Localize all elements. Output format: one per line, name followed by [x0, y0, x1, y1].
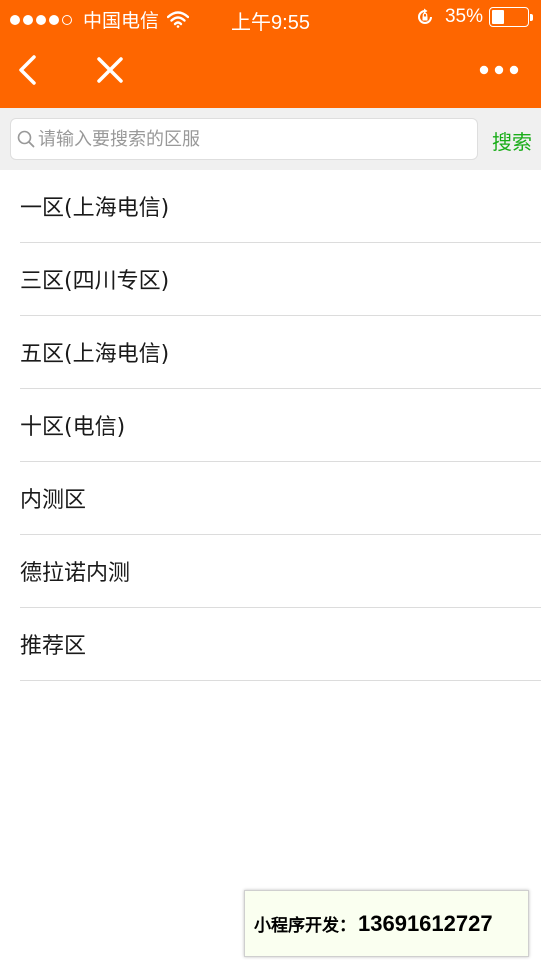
search-box[interactable] — [10, 118, 478, 160]
list-item[interactable]: 内测区 — [20, 462, 541, 535]
list-item[interactable]: 推荐区 — [20, 608, 541, 681]
list-item[interactable]: 一区(上海电信) — [20, 170, 541, 243]
search-input[interactable] — [38, 128, 477, 150]
orientation-lock-icon — [418, 8, 432, 24]
server-list: 一区(上海电信) 三区(四川专区) 五区(上海电信) 十区(电信) 内测区 德拉… — [0, 170, 541, 681]
back-button[interactable] — [6, 48, 50, 92]
status-right: 35% — [415, 6, 533, 28]
list-item[interactable]: 三区(四川专区) — [20, 243, 541, 316]
search-button[interactable]: 搜索 — [492, 126, 532, 155]
battery-percentage: 35% — [444, 6, 483, 27]
battery-fill — [492, 10, 504, 24]
list-item[interactable]: 五区(上海电信) — [20, 316, 541, 389]
navigation-bar — [0, 36, 541, 108]
contact-phone: 13691612727 — [358, 910, 493, 936]
header: 中国电信 上午9:55 35% — [0, 0, 541, 108]
more-button[interactable] — [471, 48, 527, 92]
contact-label: 小程序开发： — [254, 916, 356, 935]
more-dots-icon — [479, 65, 519, 75]
battery-icon — [489, 7, 533, 27]
close-button[interactable] — [88, 48, 132, 92]
search-bar: 搜索 — [0, 108, 541, 170]
close-icon — [97, 57, 123, 83]
search-icon — [17, 130, 35, 148]
status-bar: 中国电信 上午9:55 35% — [0, 0, 541, 36]
chevron-left-icon — [19, 55, 36, 85]
contact-banner: 小程序开发： 13691612727 — [244, 890, 529, 957]
list-item[interactable]: 十区(电信) — [20, 389, 541, 462]
list-item[interactable]: 德拉诺内测 — [20, 535, 541, 608]
